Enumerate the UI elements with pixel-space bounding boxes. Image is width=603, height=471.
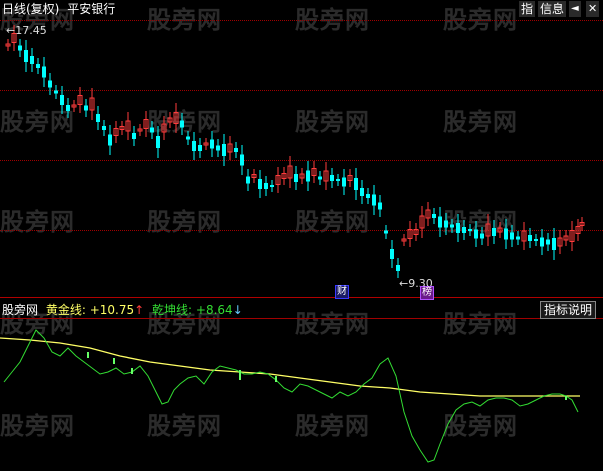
candle-body — [30, 56, 34, 64]
candle-body — [270, 185, 274, 187]
candle-body — [342, 177, 346, 187]
high-value: 17.45 — [15, 24, 47, 37]
close-icon[interactable]: ✕ — [586, 1, 600, 17]
period-label[interactable]: 日线(复权) — [2, 2, 59, 16]
candle-body — [552, 238, 556, 250]
candle-body — [150, 127, 154, 133]
kline-chart[interactable] — [0, 0, 603, 471]
candle-body — [192, 141, 196, 151]
back-icon[interactable]: ◄ — [569, 1, 581, 17]
candle-body — [234, 148, 238, 152]
candle-body — [396, 265, 400, 271]
candle-body — [240, 154, 244, 166]
candle-body — [444, 220, 448, 228]
candle-body — [96, 114, 100, 122]
left-arrow-icon: ← — [399, 277, 409, 290]
candle-body — [84, 105, 88, 111]
candle-body — [318, 176, 322, 180]
candle-body — [294, 174, 298, 182]
candle-body — [528, 235, 532, 241]
candle-body — [198, 145, 202, 151]
candle-body — [54, 90, 58, 94]
indicator-name[interactable]: 股旁网 — [2, 303, 38, 317]
candle-body — [540, 237, 544, 247]
gold-line-value: +10.75 — [89, 303, 135, 317]
candle-body — [468, 229, 472, 231]
candle-body — [438, 216, 442, 228]
candle-body — [258, 179, 262, 189]
qiankun-line-value: +8.64 — [195, 303, 233, 317]
gold-line-label: 黄金线: — [45, 303, 86, 317]
candle-body — [102, 126, 106, 130]
candle-body — [132, 133, 136, 139]
candle-body — [48, 80, 52, 88]
candle-body — [378, 202, 382, 210]
candle-body — [450, 224, 454, 228]
gold-line — [0, 337, 580, 397]
candle-body — [24, 50, 28, 62]
rank-badge[interactable]: 榜 — [420, 286, 434, 300]
indicator-header: 股旁网 黄金线: +10.75↑ 乾坤线: +8.64↓ — [2, 302, 243, 318]
candle-body — [504, 228, 508, 240]
info-button[interactable]: 信息 — [538, 1, 567, 17]
candle-body — [330, 175, 334, 181]
candle-body — [546, 239, 550, 245]
finance-badge[interactable]: 财 — [335, 285, 349, 299]
candle-body — [306, 170, 310, 182]
candle-body — [60, 95, 64, 105]
candle-body — [42, 66, 46, 78]
qiankun-line-label: 乾坤线: — [152, 303, 193, 317]
candle-body — [474, 229, 478, 239]
candle-body — [384, 230, 388, 234]
candle-body — [432, 214, 436, 218]
candle-body — [66, 105, 70, 111]
candle-body — [186, 136, 190, 140]
candle-body — [18, 45, 22, 51]
candle-body — [156, 136, 160, 148]
high-price-label: ←17.45 — [6, 23, 47, 39]
candle-body — [222, 144, 226, 156]
candle-body — [510, 232, 514, 240]
left-arrow-icon: ← — [6, 24, 16, 37]
candle-body — [366, 194, 370, 198]
candle-body — [480, 233, 484, 239]
candle-body — [456, 223, 460, 233]
candle-body — [534, 239, 538, 241]
candle-body — [390, 249, 394, 259]
candle-body — [180, 120, 184, 128]
index-button[interactable]: 指 — [519, 1, 536, 17]
header-title: 日线(复权) 平安银行 — [2, 1, 115, 17]
candle-body — [492, 228, 496, 236]
candle-body — [372, 194, 376, 206]
indicator-help-button[interactable]: 指标说明 — [540, 301, 597, 319]
candle-body — [462, 227, 466, 233]
candle-body — [360, 188, 364, 196]
candle-body — [36, 64, 40, 68]
up-arrow-icon: ↑ — [134, 303, 145, 317]
candle-body — [216, 145, 220, 151]
candle-body — [516, 236, 520, 240]
down-arrow-icon: ↓ — [232, 303, 243, 317]
candle-body — [210, 139, 214, 149]
stock-name: 平安银行 — [67, 2, 116, 16]
candle-body — [108, 134, 112, 146]
candle-body — [246, 176, 250, 184]
candle-body — [264, 183, 268, 189]
candle-body — [336, 179, 340, 181]
candle-body — [354, 178, 358, 190]
